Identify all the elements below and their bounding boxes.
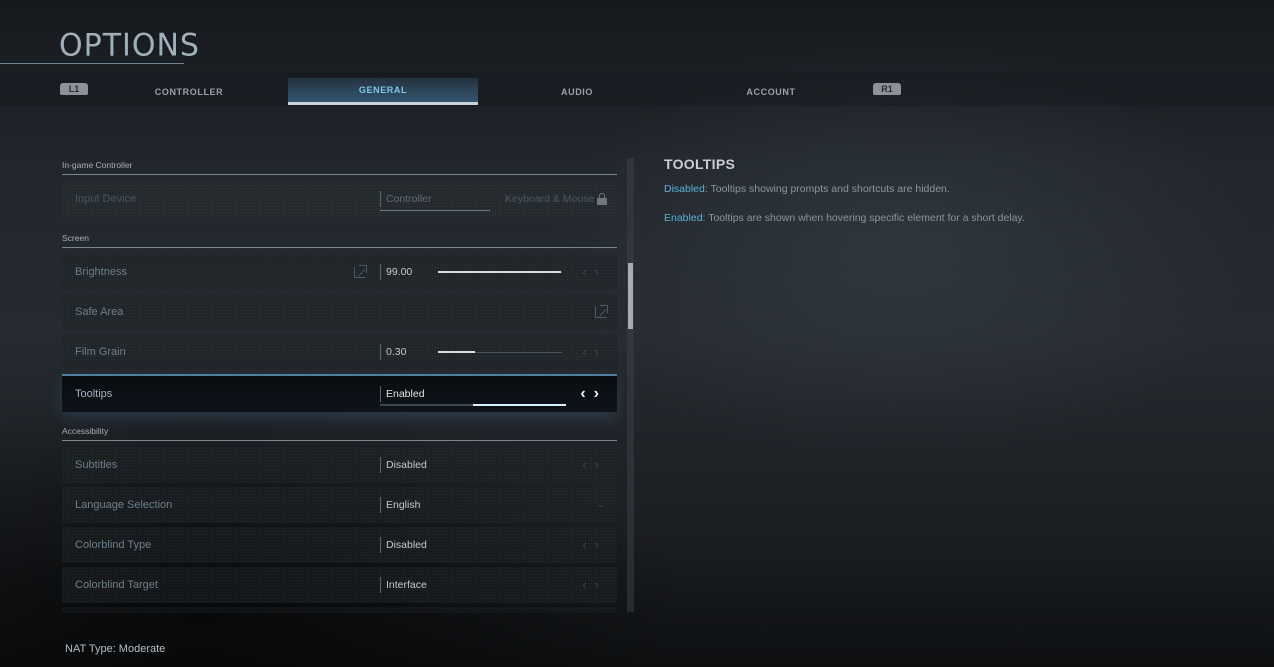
setting-row-tooltips[interactable]: Tooltips Enabled ‹› <box>62 374 617 412</box>
tooltips-value: Enabled <box>386 388 425 400</box>
setting-row-subtitles[interactable]: Subtitles Disabled ‹› <box>62 447 617 483</box>
subtitles-value: Disabled <box>386 459 427 471</box>
value-divider <box>380 386 381 402</box>
arrow-left-icon[interactable]: ‹ <box>580 385 593 402</box>
scrollbar-thumb[interactable] <box>628 263 633 329</box>
value-arrows: ‹› <box>582 567 607 603</box>
value-arrows: ‹› <box>582 527 607 563</box>
tab-general[interactable]: GENERAL <box>288 78 478 105</box>
arrow-right-icon[interactable]: › <box>595 457 607 472</box>
option-controller[interactable]: Controller <box>386 181 432 217</box>
section-label-accessibility: Accessibility <box>62 426 109 436</box>
setting-label: Safe Area <box>75 306 124 318</box>
setting-row-colorblind-target[interactable]: Colorblind Target Interface ‹› <box>62 567 617 603</box>
setting-row-safe-area[interactable]: Safe Area <box>62 294 617 330</box>
brightness-value: 99.00 <box>386 266 413 278</box>
info-keyword: Enabled <box>664 212 703 224</box>
scrollbar[interactable] <box>627 158 634 612</box>
option-indicator-track <box>380 404 566 406</box>
setting-label: Tooltips <box>75 388 113 400</box>
film-grain-slider-fill <box>438 351 476 353</box>
arrow-right-icon[interactable]: › <box>594 385 607 402</box>
setting-label: Film Grain <box>75 346 126 358</box>
title-underline <box>0 63 184 64</box>
setting-label: Language Selection <box>75 499 173 511</box>
value-divider <box>380 457 381 473</box>
value-divider <box>380 497 381 513</box>
external-link-icon[interactable] <box>595 305 608 318</box>
setting-label: Subtitles <box>75 459 118 471</box>
section-label-screen: Screen <box>62 233 89 243</box>
arrow-right-icon[interactable]: › <box>595 264 607 279</box>
info-line-disabled: Disabled: Tooltips showing prompts and s… <box>664 183 950 195</box>
value-divider <box>380 191 381 207</box>
section-divider <box>62 440 617 441</box>
colorblind-type-value: Disabled <box>386 539 427 551</box>
value-divider <box>380 537 381 553</box>
value-arrows: ‹› <box>582 254 607 290</box>
language-value: English <box>386 499 421 511</box>
info-text: : Tooltips are shown when hovering speci… <box>702 212 1025 224</box>
value-divider <box>380 344 381 360</box>
setting-row-brightness[interactable]: Brightness 99.00 ‹› <box>62 254 617 290</box>
tab-audio[interactable]: AUDIO <box>482 78 672 105</box>
setting-label: Input Device <box>75 193 137 205</box>
setting-row-colorblind-type[interactable]: Colorblind Type Disabled ‹› <box>62 527 617 563</box>
info-keyword: Disabled <box>664 183 705 195</box>
selected-option-underline <box>380 210 490 211</box>
arrow-left-icon[interactable]: ‹ <box>582 577 594 592</box>
arrow-left-icon[interactable]: ‹ <box>582 537 594 552</box>
setting-row-partial <box>62 607 617 613</box>
value-arrows: ‹› <box>582 447 607 483</box>
chevron-down-icon[interactable]: ⌄ <box>597 487 605 523</box>
setting-label: Colorblind Target <box>75 579 158 591</box>
bumper-l1-button[interactable]: L1 <box>60 83 88 95</box>
arrow-left-icon[interactable]: ‹ <box>582 457 594 472</box>
arrow-left-icon[interactable]: ‹ <box>582 264 594 279</box>
tab-controller[interactable]: CONTROLLER <box>94 78 284 105</box>
external-link-icon[interactable] <box>354 265 367 278</box>
section-label-in-game-controller: In-game Controller <box>62 160 133 170</box>
nat-type-status: NAT Type: Moderate <box>65 643 166 655</box>
arrow-right-icon[interactable]: › <box>595 344 607 359</box>
film-grain-value: 0.30 <box>386 346 407 358</box>
bumper-r1-button[interactable]: R1 <box>873 83 901 95</box>
lock-icon <box>597 193 607 205</box>
tab-account[interactable]: ACCOUNT <box>676 78 866 105</box>
value-arrows: ‹› <box>580 376 607 412</box>
section-divider <box>62 174 617 175</box>
setting-label: Brightness <box>75 266 127 278</box>
brightness-slider[interactable] <box>438 271 562 273</box>
colorblind-target-value: Interface <box>386 579 427 591</box>
setting-row-film-grain[interactable]: Film Grain 0.30 ‹› <box>62 334 617 370</box>
brightness-slider-fill <box>438 271 561 273</box>
arrow-right-icon[interactable]: › <box>595 577 607 592</box>
setting-row-language-selection[interactable]: Language Selection English ⌄ <box>62 487 617 523</box>
option-indicator-fill <box>473 404 566 406</box>
film-grain-slider[interactable] <box>438 351 562 353</box>
value-divider <box>380 264 381 280</box>
section-divider <box>62 247 617 248</box>
info-line-enabled: Enabled: Tooltips are shown when hoverin… <box>664 212 1025 224</box>
value-divider <box>380 577 381 593</box>
setting-row-input-device[interactable]: Input Device Controller Keyboard & Mouse <box>62 181 617 217</box>
setting-label: Colorblind Type <box>75 539 152 551</box>
value-arrows: ‹› <box>582 334 607 370</box>
arrow-left-icon[interactable]: ‹ <box>582 344 594 359</box>
info-panel-title: TOOLTIPS <box>664 156 736 172</box>
info-text: : Tooltips showing prompts and shortcuts… <box>704 183 950 195</box>
arrow-right-icon[interactable]: › <box>595 537 607 552</box>
page-title: OPTIONS <box>59 27 200 64</box>
option-keyboard-mouse[interactable]: Keyboard & Mouse <box>505 181 594 217</box>
